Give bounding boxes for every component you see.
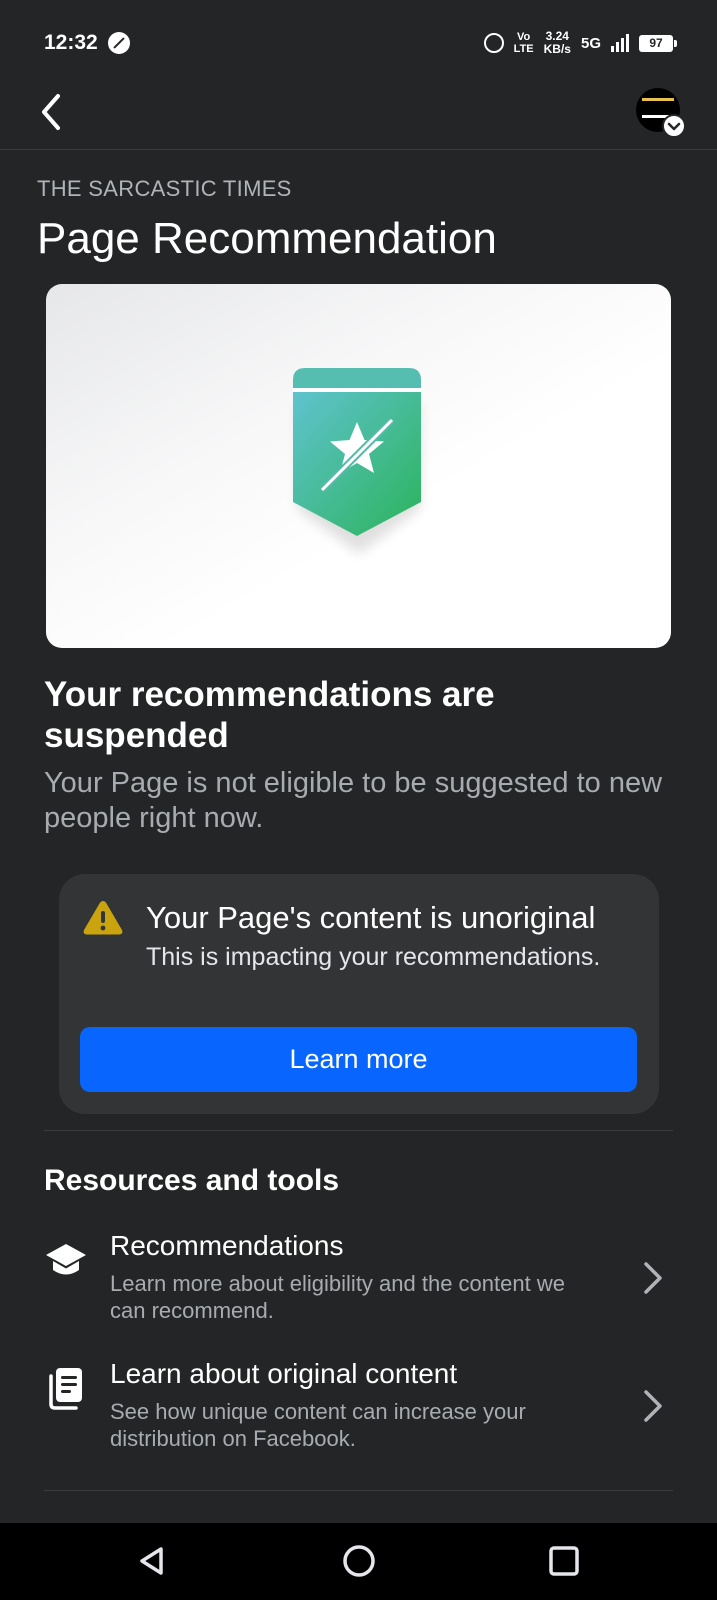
resource-item-recommendations[interactable]: Recommendations Learn more about eligibi… bbox=[0, 1230, 717, 1340]
notice-title: Your Page's content is unoriginal bbox=[146, 900, 596, 935]
system-back-button[interactable] bbox=[130, 1539, 174, 1583]
resource-item-description: See how unique content can increase your… bbox=[110, 1399, 526, 1451]
volte-indicator: Vo LTE bbox=[514, 31, 534, 55]
app-notification-icon bbox=[107, 32, 130, 54]
status-bar: 12:32 Vo LTE 3.24 KB/s 5G 97 bbox=[0, 0, 717, 86]
page-name: THE SARCASTIC TIMES bbox=[37, 176, 292, 201]
hero-illustration bbox=[46, 284, 671, 648]
triangle-back-icon bbox=[140, 1547, 163, 1575]
divider bbox=[44, 1130, 673, 1131]
page-switcher-button[interactable] bbox=[636, 88, 686, 138]
warning-icon bbox=[83, 901, 123, 935]
documents-icon bbox=[49, 1368, 82, 1410]
resource-item-title: Recommendations bbox=[110, 1230, 344, 1261]
status-time: 12:32 bbox=[44, 31, 98, 54]
resource-item-original-content[interactable]: Learn about original content See how uni… bbox=[0, 1358, 717, 1468]
volte-bottom: LTE bbox=[513, 43, 534, 55]
chevron-right-icon bbox=[644, 1390, 662, 1422]
network-speed: 3.24 KB/s bbox=[544, 30, 571, 56]
learn-more-button[interactable]: Learn more bbox=[80, 1027, 637, 1092]
chevron-down-icon bbox=[662, 114, 686, 138]
alarm-icon bbox=[483, 33, 504, 53]
system-navigation-bar bbox=[0, 1523, 717, 1600]
network-speed-unit: KB/s bbox=[543, 42, 571, 56]
signal-strength-icon bbox=[611, 34, 629, 52]
resource-item-description: Learn more about eligibility and the con… bbox=[110, 1271, 565, 1323]
page-title: Page Recommendation bbox=[37, 214, 497, 263]
suspension-headline: Your recommendations are suspended bbox=[44, 675, 495, 755]
battery-indicator: 97 bbox=[639, 34, 677, 52]
unoriginal-content-notice: Your Page's content is unoriginal This i… bbox=[59, 874, 659, 1114]
system-home-button[interactable] bbox=[337, 1539, 381, 1583]
chevron-right-icon bbox=[644, 1262, 662, 1294]
app-header bbox=[0, 86, 717, 150]
recommendation-suspended-badge-icon bbox=[293, 368, 421, 554]
system-recents-button[interactable] bbox=[542, 1539, 586, 1583]
volte-top: Vo bbox=[517, 31, 531, 43]
square-recents-icon bbox=[549, 1546, 579, 1576]
circle-home-icon bbox=[343, 1545, 375, 1577]
chevron-left-icon bbox=[42, 94, 60, 130]
status-indicators: Vo LTE 3.24 KB/s 5G 97 bbox=[483, 30, 677, 56]
resources-section-title: Resources and tools bbox=[44, 1164, 340, 1197]
graduation-cap-icon bbox=[46, 1244, 86, 1275]
suspension-description: Your Page is not eligible to be suggeste… bbox=[44, 767, 663, 834]
network-type: 5G bbox=[580, 34, 601, 52]
resource-item-title: Learn about original content bbox=[110, 1358, 458, 1389]
notice-body: This is impacting your recommendations. bbox=[146, 943, 601, 971]
back-button[interactable] bbox=[36, 90, 76, 136]
divider bbox=[44, 1490, 673, 1491]
